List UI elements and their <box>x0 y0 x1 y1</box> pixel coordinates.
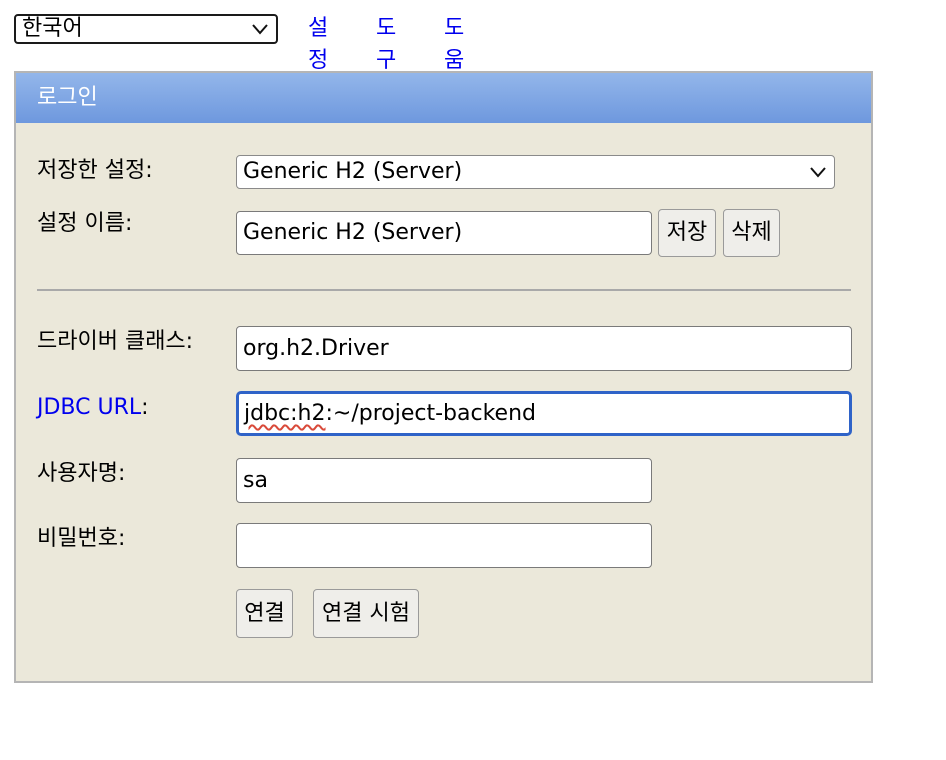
jdbc-url-value-rest: :~/project-backend <box>325 401 537 426</box>
language-select[interactable]: 한국어 <box>14 14 278 44</box>
saved-settings-value: Generic H2 (Server) <box>243 159 463 184</box>
jdbc-url-label-colon: : <box>141 395 149 420</box>
jdbc-url-label: JDBC URL: <box>37 393 149 423</box>
language-select-value: 한국어 <box>22 16 83 41</box>
password-input[interactable] <box>236 523 652 568</box>
saved-settings-label: 저장한 설정: <box>37 158 153 183</box>
driver-class-input[interactable]: org.h2.Driver <box>236 326 852 371</box>
username-input[interactable]: sa <box>236 458 652 503</box>
section-divider <box>37 289 851 291</box>
setting-name-label: 설정 이름: <box>37 211 133 236</box>
test-connection-button[interactable]: 연결 시험 <box>313 589 419 638</box>
jdbc-url-value-prefix: jdbc:h2 <box>244 401 326 426</box>
tools-link[interactable]: 도구 <box>376 13 396 77</box>
chevron-down-icon <box>252 24 268 35</box>
settings-link[interactable]: 설정 <box>308 13 328 77</box>
chevron-down-icon <box>810 167 826 178</box>
panel-title: 로그인 <box>16 73 871 123</box>
saved-settings-select[interactable]: Generic H2 (Server) <box>236 155 835 189</box>
save-button[interactable]: 저장 <box>658 209 716 257</box>
jdbc-url-input[interactable]: jdbc:h2:~/project-backend <box>236 391 852 436</box>
jdbc-url-help-link[interactable]: JDBC URL <box>37 395 141 420</box>
setting-name-input[interactable]: Generic H2 (Server) <box>236 211 652 255</box>
top-bar: 한국어 설정 도구 도움말 <box>14 13 464 105</box>
username-label: 사용자명: <box>37 461 126 486</box>
login-panel: 로그인 저장한 설정: Generic H2 (Server) 설정 이름: G… <box>14 71 873 683</box>
connect-button[interactable]: 연결 <box>236 589 293 638</box>
password-label: 비밀번호: <box>37 526 126 551</box>
driver-class-label: 드라이버 클래스: <box>37 329 194 354</box>
delete-button[interactable]: 삭제 <box>723 209 780 257</box>
